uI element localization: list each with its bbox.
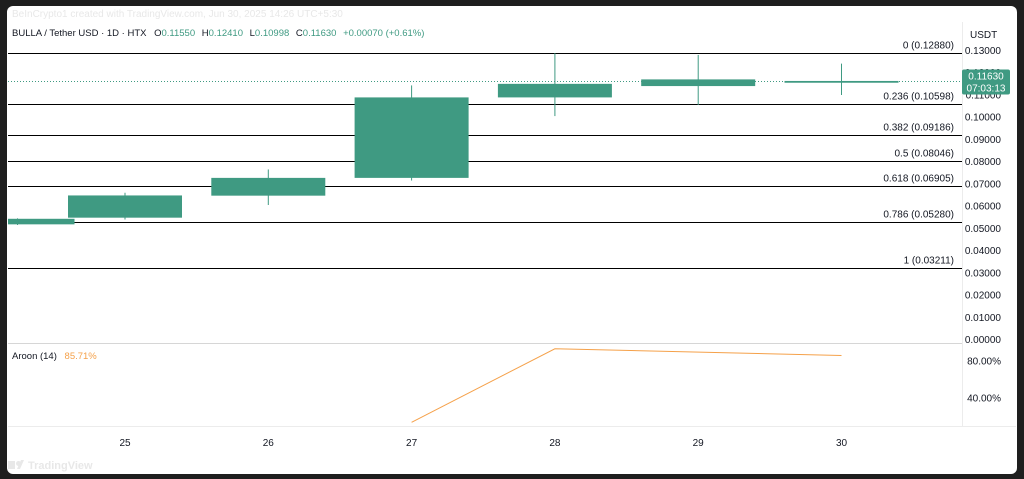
price-tick-label: 0.05000 [965, 224, 1002, 235]
close-value: 0.11630 [303, 28, 337, 39]
fib-level-label: 1 (0.03211) [904, 256, 954, 267]
price-axis-currency: USDT [970, 30, 997, 41]
fib-level-label: 0 (0.12880) [903, 41, 954, 52]
open-value: 0.11550 [161, 28, 195, 39]
candle-body [497, 83, 612, 98]
time-tick-label: 28 [549, 438, 561, 449]
svg-text:Aroon (14) 85.71%: Aroon (14) 85.71% [12, 351, 97, 362]
price-tick-label: 0.02000 [965, 291, 1002, 302]
attribution-text: BeInCrypto1 created with TradingView.com… [12, 9, 343, 20]
time-tick-label: 26 [263, 438, 275, 449]
fib-level-label: 0.382 (0.09186) [883, 123, 954, 134]
candle-body [641, 79, 756, 87]
high-value: 0.12410 [209, 28, 243, 39]
last-price-badge: 0.11630 07:03:13 [962, 69, 1010, 95]
price-tick-label: 0.08000 [965, 157, 1002, 168]
fib-level-label: 0.5 (0.08046) [895, 149, 955, 160]
price-tick-label: 0.07000 [965, 179, 1002, 190]
aroon-tick-label: 40.00% [967, 394, 1001, 405]
change-value: +0.00070 (+0.61%) [343, 28, 424, 39]
candle [8, 218, 75, 226]
price-tick-label: 0.03000 [965, 268, 1002, 279]
price-tick-label: 0.13000 [965, 46, 1002, 57]
candle-body [354, 97, 469, 178]
open-label: O [154, 28, 161, 39]
indicator-legend[interactable]: Aroon (14) 85.71% [12, 351, 97, 362]
chart-canvas: BeInCrypto1 created with TradingView.com… [7, 6, 1017, 474]
tradingview-brand-name: TradingView [28, 460, 93, 472]
candle-body [784, 80, 899, 83]
fib-level-label: 0.786 (0.05280) [883, 210, 954, 221]
time-tick-label: 27 [406, 438, 418, 449]
low-value: 0.10998 [255, 28, 289, 39]
indicator-value: 85.71% [65, 351, 98, 362]
price-tick-label: 0.01000 [965, 313, 1002, 324]
symbol-legend[interactable]: BULLA / Tether USD · 1D · HTX O0.11550 H… [12, 28, 424, 39]
chart-panel [7, 6, 1017, 474]
aroon-tick-label: 80.00% [967, 356, 1001, 367]
price-tick-label: 0.10000 [965, 113, 1002, 124]
candle-body [211, 177, 326, 196]
bar-countdown: 07:03:13 [967, 84, 1006, 95]
svg-text:BULLA / Tether USD · 1D · HTX: BULLA / Tether USD · 1D · HTX O0.11550 H… [12, 28, 424, 39]
price-tick-label: 0.04000 [965, 246, 1002, 257]
candle-body [8, 218, 75, 225]
time-tick-label: 29 [693, 438, 705, 449]
last-price-value: 0.11630 [968, 72, 1004, 83]
fib-level-label: 0.236 (0.10598) [883, 92, 954, 103]
candle [68, 192, 182, 220]
candle [354, 85, 469, 181]
indicator-name: Aroon (14) [12, 351, 57, 362]
fib-level-label: 0.618 (0.06905) [883, 174, 954, 185]
price-tick-label: 0.06000 [965, 202, 1002, 213]
candle-body [68, 195, 182, 218]
time-tick-label: 25 [119, 438, 131, 449]
symbol-name: BULLA / Tether USD · 1D · HTX [12, 28, 147, 39]
time-tick-label: 30 [836, 438, 848, 449]
price-tick-label: 0.00000 [965, 335, 1002, 346]
price-tick-label: 0.09000 [965, 135, 1002, 146]
